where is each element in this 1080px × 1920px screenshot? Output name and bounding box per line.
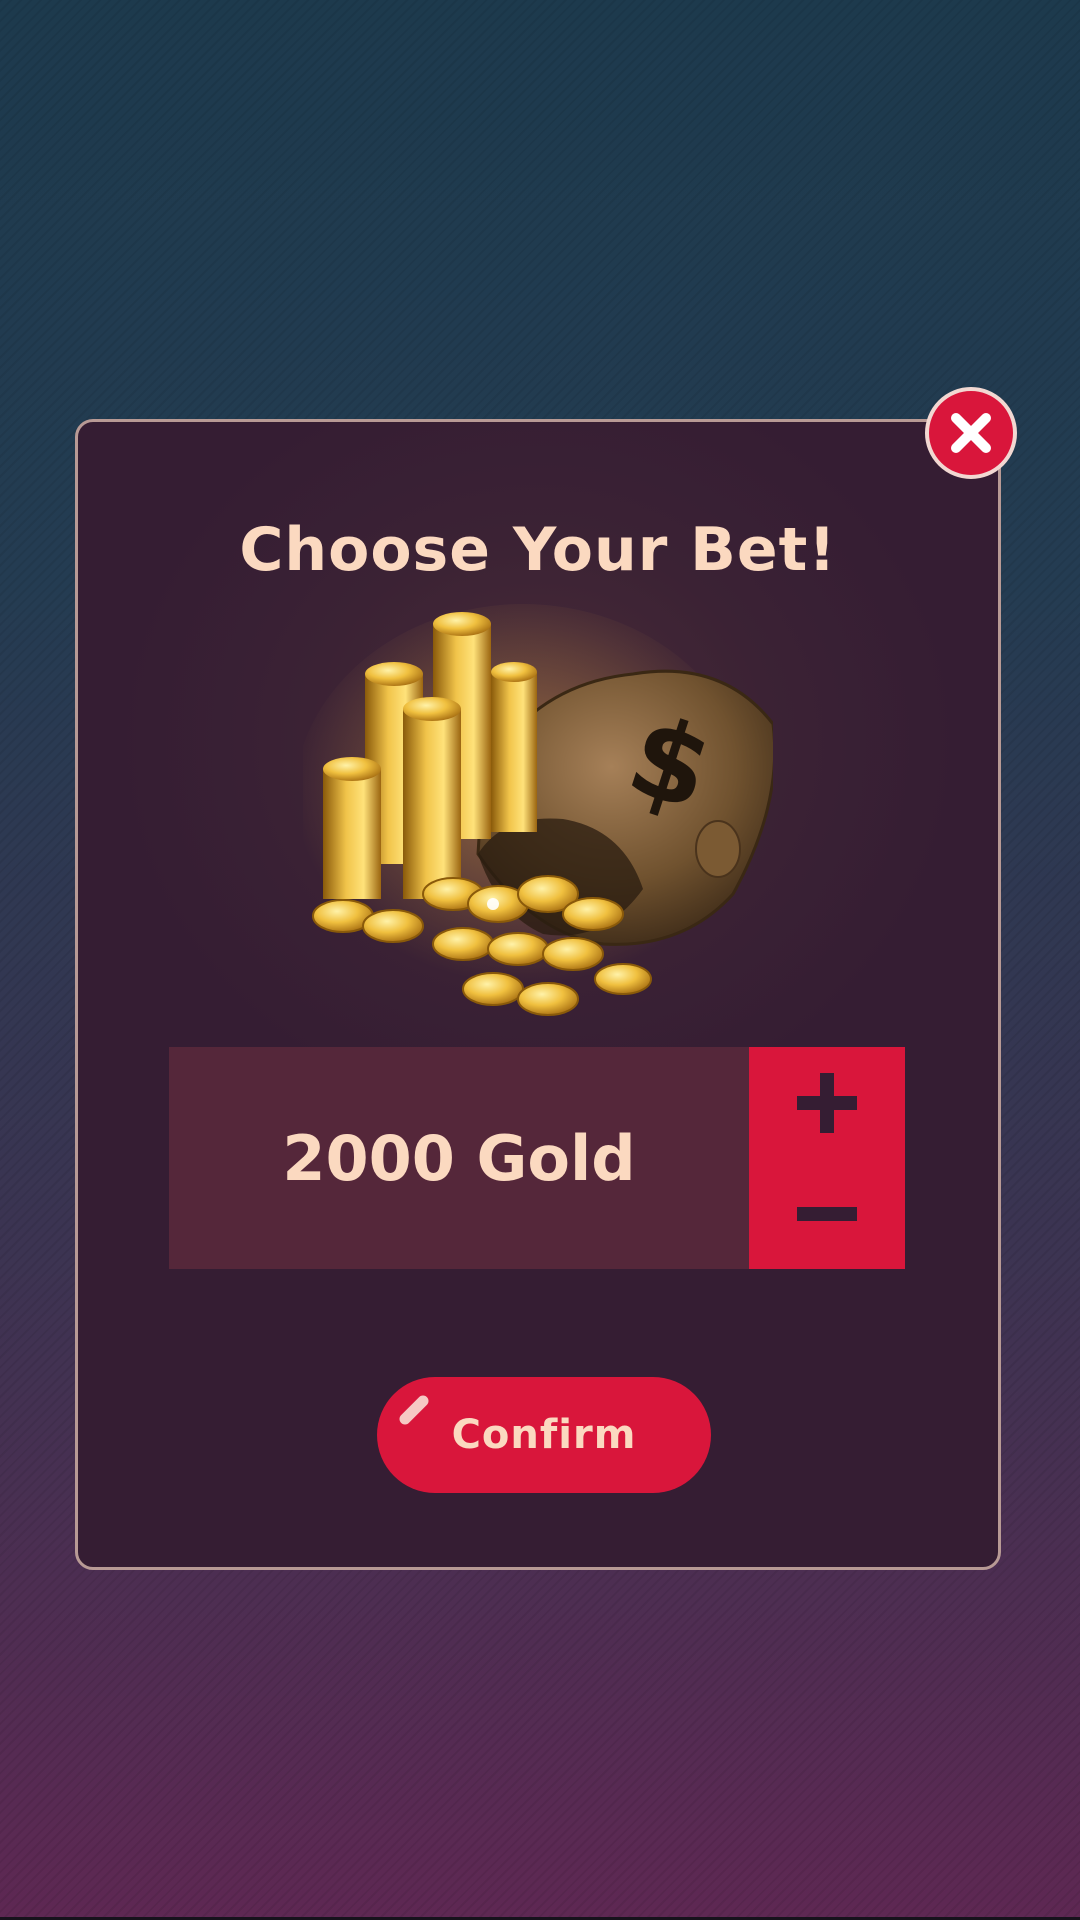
bet-dialog: Choose Your Bet! $ 2000 Gold Confirm [75, 419, 1001, 1570]
bet-stepper [749, 1047, 905, 1269]
button-shine-highlight [399, 1395, 429, 1425]
gold-coins-image: $ [303, 604, 773, 1016]
plus-icon [797, 1072, 857, 1133]
bet-amount-text: 2000 Gold [282, 1121, 636, 1195]
minus-icon [797, 1206, 857, 1221]
confirm-button[interactable]: Confirm [377, 1377, 711, 1493]
close-button[interactable] [925, 387, 1017, 479]
bet-amount-display: 2000 Gold [169, 1047, 749, 1269]
close-x-icon [951, 413, 991, 453]
dialog-title: Choose Your Bet! [239, 515, 837, 585]
confirm-label: Confirm [451, 1412, 637, 1458]
decrease-bet-button[interactable] [749, 1158, 905, 1269]
increase-bet-button[interactable] [749, 1047, 905, 1158]
